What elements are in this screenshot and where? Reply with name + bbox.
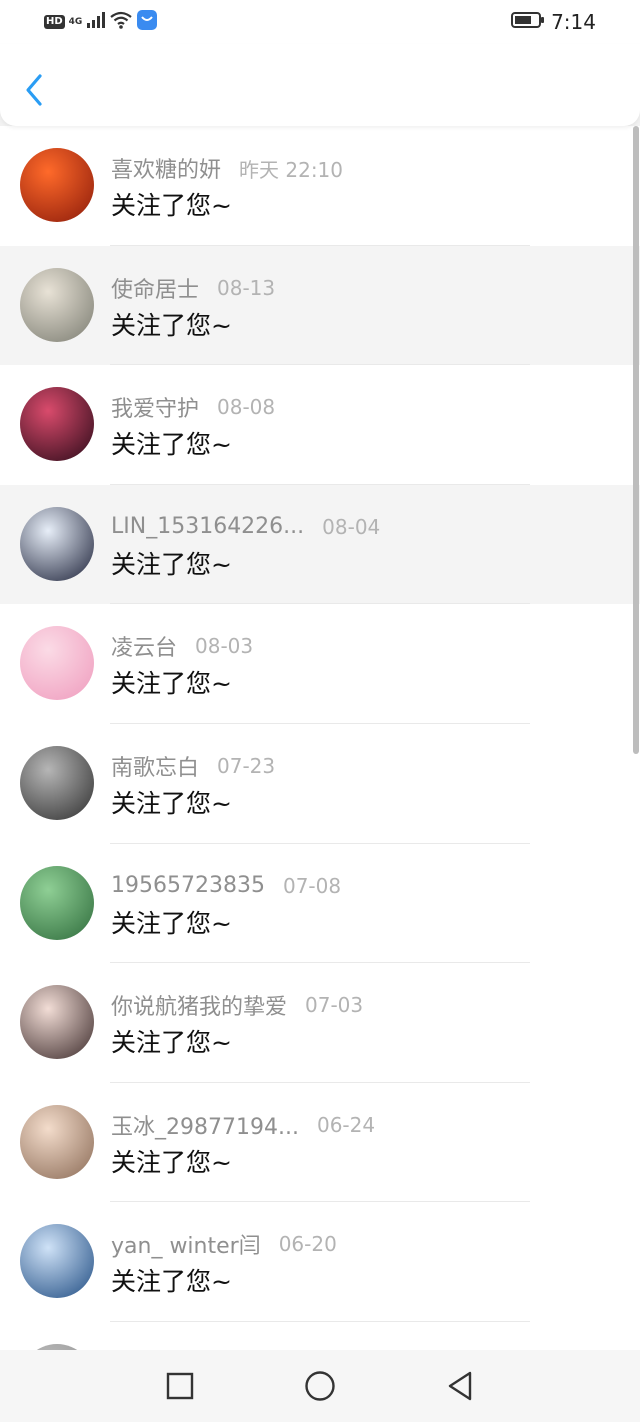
follow-message: 关注了您~ [111, 669, 232, 699]
recent-apps-button[interactable] [160, 1366, 200, 1406]
wifi-icon [110, 11, 133, 33]
avatar[interactable] [20, 1224, 94, 1299]
follow-time: 07-08 [282, 873, 342, 898]
user-name[interactable]: 喜欢糖的妍 [111, 152, 221, 184]
follow-time: 08-04 [322, 514, 381, 539]
network-type: 4G [68, 17, 83, 27]
list-item[interactable]: 使命居士 08-13 关注了您~ [0, 245, 640, 366]
square-icon [166, 1372, 194, 1400]
follow-time: 昨天 22:10 [239, 157, 344, 182]
follow-message: 关注了您~ [111, 1028, 232, 1058]
avatar[interactable] [20, 267, 94, 342]
app-store-icon [136, 9, 158, 35]
follow-time: 06-24 [316, 1112, 376, 1137]
item-meta: 你说航猪我的挚爱 07-03 [111, 989, 364, 1021]
list-item[interactable]: 喜欢糖的妍 昨天 22:10 关注了您~ [0, 126, 640, 246]
item-meta: 玉冰_29877194... 06-24 [111, 1109, 376, 1141]
avatar[interactable] [20, 506, 94, 581]
triangle-back-icon [448, 1371, 472, 1401]
hd-badge: HD [44, 15, 65, 29]
list-item[interactable]: yan_ winter闫 06-20 关注了您~ [0, 1202, 640, 1322]
avatar[interactable] [20, 865, 94, 940]
avatar[interactable] [20, 626, 94, 701]
user-name[interactable]: 我爱守护 [111, 391, 199, 423]
home-button[interactable] [300, 1366, 340, 1406]
battery-icon [511, 11, 545, 33]
user-name[interactable]: 南歌忘白 [111, 750, 199, 782]
clock: 7:14 [551, 10, 596, 34]
signal-icon [86, 11, 106, 33]
system-nav-bar [0, 1350, 640, 1422]
follow-time: 06-20 [278, 1232, 337, 1257]
follow-message: 关注了您~ [111, 788, 232, 818]
item-meta: 凌云台 08-03 [111, 630, 254, 662]
list-item[interactable]: 19565723835 07-08 关注了您~ [0, 843, 640, 964]
user-name[interactable]: 使命居士 [111, 272, 199, 304]
follow-message: 关注了您~ [111, 1147, 232, 1177]
avatar[interactable] [20, 148, 94, 222]
list-item[interactable]: 我爱守护 08-08 关注了您~ [0, 365, 640, 485]
scrollbar[interactable] [633, 126, 639, 754]
follow-time: 08-03 [195, 634, 254, 659]
follow-notification-list[interactable]: 喜欢糖的妍 昨天 22:10 关注了您~ 使命居士 08-13 关注了您~ 我爱守护 08-0… [0, 126, 640, 1350]
list-item[interactable]: 玉冰_29877194... 06-24 关注了您~ [0, 1082, 640, 1203]
item-meta: LIN_153164226... 08-04 [111, 513, 380, 541]
avatar[interactable] [20, 387, 94, 462]
list-item[interactable]: 凌云台 08-03 关注了您~ [0, 604, 640, 724]
user-name[interactable]: LIN_153164226... [111, 514, 304, 539]
back-nav-button[interactable] [440, 1366, 480, 1406]
follow-message: 关注了您~ [111, 191, 232, 220]
follow-message: 关注了您~ [111, 430, 232, 460]
item-meta: 19565723835 07-08 [111, 872, 341, 900]
circle-icon [305, 1371, 335, 1401]
user-name[interactable]: 你说航猪我的挚爱 [111, 989, 287, 1021]
item-meta: 南歌忘白 07-23 [111, 750, 276, 782]
list-item[interactable]: LIN_153164226... 08-04 关注了您~ [0, 484, 640, 605]
item-meta: 使命居士 08-13 [111, 272, 276, 304]
list-item[interactable] [0, 1321, 640, 1350]
user-name[interactable]: 19565723835 [111, 873, 265, 898]
back-button[interactable] [18, 70, 50, 110]
user-name[interactable]: 凌云台 [111, 630, 177, 662]
follow-message: 关注了您~ [111, 908, 232, 938]
avatar[interactable] [20, 1104, 94, 1179]
user-name[interactable]: 玉冰_29877194... [111, 1109, 299, 1141]
status-bar: HD 4G 7:14 [0, 0, 640, 44]
follow-message: 关注了您~ [111, 1267, 232, 1297]
user-name[interactable]: yan_ winter闫 [111, 1228, 261, 1260]
avatar[interactable] [20, 745, 94, 820]
follow-time: 08-08 [217, 395, 276, 420]
status-left: HD 4G [44, 10, 158, 34]
follow-time: 08-13 [217, 275, 276, 300]
status-right: 7:14 [511, 8, 596, 36]
follow-message: 关注了您~ [111, 310, 232, 340]
follow-time: 07-03 [305, 993, 364, 1018]
chevron-left-icon [26, 74, 42, 106]
header [0, 44, 640, 126]
item-meta: yan_ winter闫 06-20 [111, 1228, 337, 1260]
list-item[interactable]: 南歌忘白 07-23 关注了您~ [0, 723, 640, 844]
follow-time: 07-23 [217, 753, 276, 778]
avatar[interactable] [20, 985, 94, 1060]
item-meta: 喜欢糖的妍 昨天 22:10 [111, 152, 344, 184]
follow-message: 关注了您~ [111, 549, 232, 579]
list-item[interactable]: 你说航猪我的挚爱 07-03 关注了您~ [0, 963, 640, 1083]
item-meta: 我爱守护 08-08 [111, 391, 276, 423]
